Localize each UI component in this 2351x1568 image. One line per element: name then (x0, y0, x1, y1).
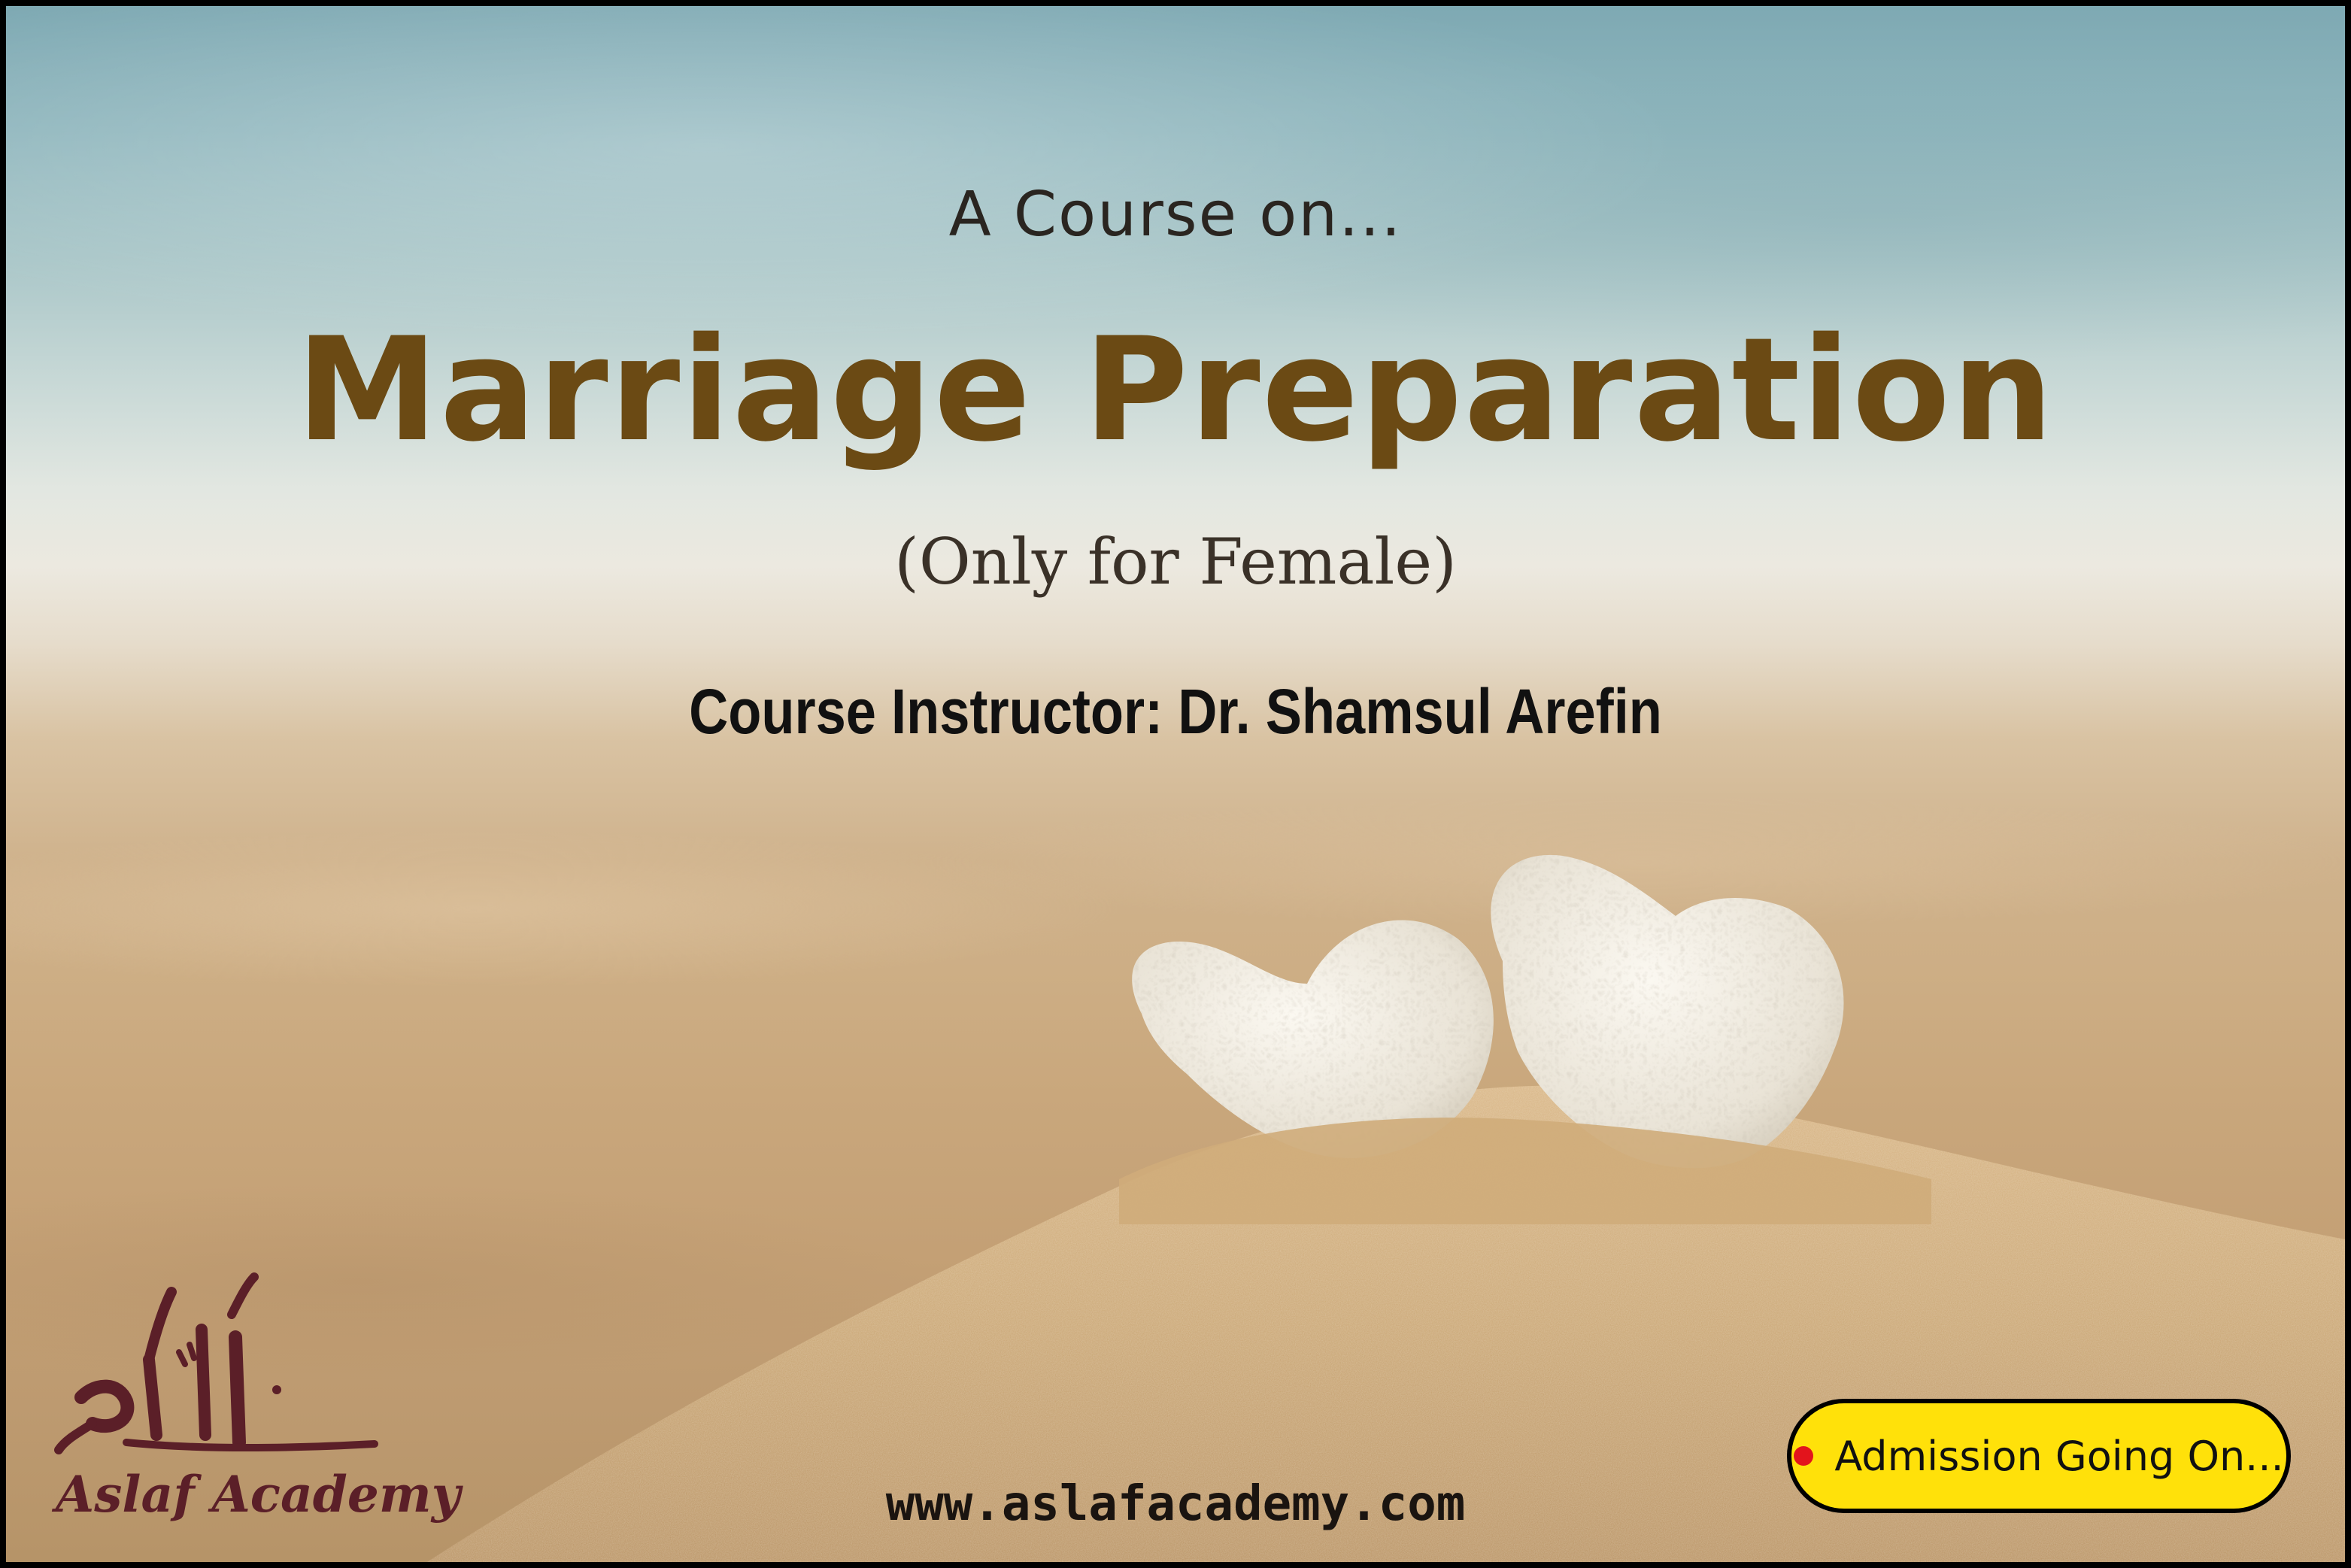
poster-frame: A Course on... Marriage Preparation (Onl… (0, 0, 2351, 1568)
instructor-line: Course Instructor: Dr. Shamsul Arefin (689, 676, 1662, 747)
logo-caption: Aslaf Academy (56, 1465, 461, 1524)
admission-badge[interactable]: Admission Going On... (1787, 1399, 2291, 1513)
course-title: Marriage Preparation (296, 307, 2055, 473)
live-dot-icon (1794, 1446, 1814, 1466)
poster-canvas: A Course on... Marriage Preparation (Onl… (6, 6, 2345, 1562)
course-intro: A Course on... (948, 179, 1403, 250)
audience-note: (Only for Female) (894, 525, 1457, 599)
admission-label: Admission Going On... (1834, 1432, 2284, 1480)
